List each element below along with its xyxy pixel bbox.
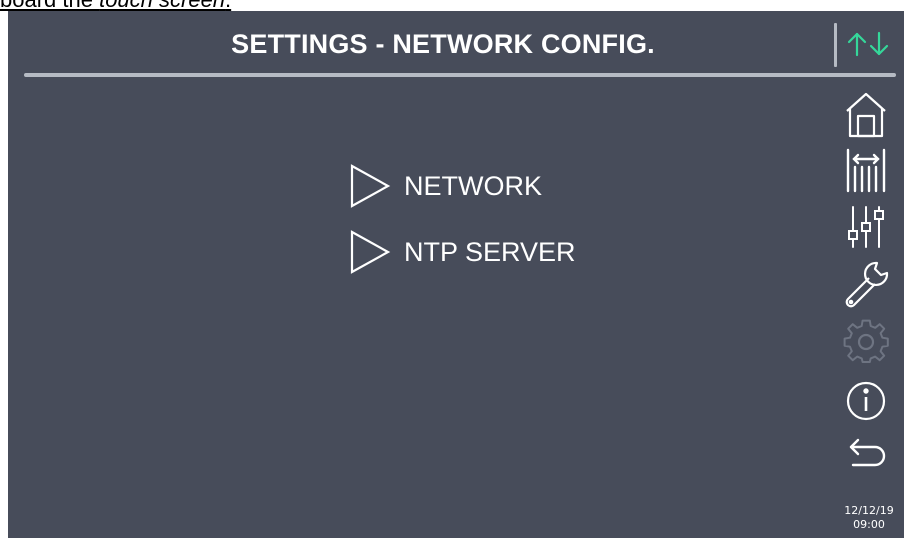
status-time: 09:00 bbox=[853, 518, 885, 531]
status-clock: 12/12/19 09:00 bbox=[834, 504, 904, 532]
home-icon[interactable] bbox=[841, 89, 891, 139]
caption-text: board the touch screen. bbox=[0, 0, 231, 11]
back-icon[interactable] bbox=[841, 429, 891, 479]
triangle-right-icon bbox=[350, 164, 391, 208]
measurements-icon[interactable] bbox=[841, 145, 891, 195]
menu-item-label: NTP SERVER bbox=[404, 236, 576, 267]
status-divider bbox=[834, 23, 837, 67]
triangle-right-icon bbox=[350, 230, 391, 274]
up-down-arrows-icon bbox=[844, 29, 894, 59]
info-icon[interactable] bbox=[841, 375, 891, 425]
touch-screen: SETTINGS - NETWORK CONFIG. NETWORK NTP S… bbox=[8, 11, 904, 538]
menu-item-network[interactable]: NETWORK bbox=[348, 163, 542, 209]
sliders-icon[interactable] bbox=[841, 201, 891, 251]
status-date: 12/12/19 bbox=[844, 504, 894, 517]
menu-item-label: NETWORK bbox=[404, 170, 542, 201]
wrench-icon[interactable] bbox=[841, 259, 891, 309]
title-divider bbox=[24, 73, 896, 77]
page-title: SETTINGS - NETWORK CONFIG. bbox=[231, 29, 655, 59]
gear-icon bbox=[841, 317, 891, 367]
menu-item-ntp-server[interactable]: NTP SERVER bbox=[348, 229, 576, 275]
